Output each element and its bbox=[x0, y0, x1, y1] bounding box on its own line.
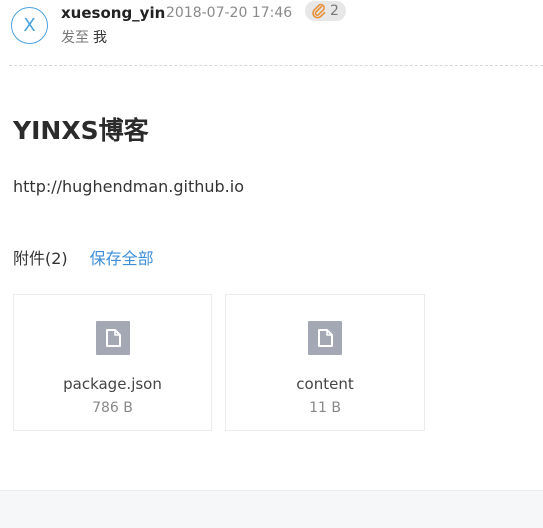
recipient-name[interactable]: 我 bbox=[93, 30, 107, 46]
recipient-line: 发至我 bbox=[61, 28, 107, 48]
attachment-count: 2 bbox=[330, 3, 339, 19]
attachment-count-badge[interactable]: 2 bbox=[305, 1, 346, 21]
file-icon bbox=[95, 321, 130, 355]
file-icon bbox=[308, 321, 342, 355]
attachment-name: package.json bbox=[63, 375, 162, 393]
attachment-name: content bbox=[296, 375, 354, 393]
attachment-size: 786 B bbox=[92, 400, 133, 416]
message-title: YINXS博客 bbox=[13, 116, 149, 145]
sent-to-label: 发至 bbox=[61, 30, 89, 46]
attachments-header: 附件(2) 保存全部 bbox=[13, 247, 154, 271]
attachments-label: 附件(2) bbox=[13, 249, 68, 268]
attachment-card[interactable]: package.json 786 B bbox=[13, 294, 212, 431]
sender-name[interactable]: xuesong_yin bbox=[61, 3, 165, 23]
header-divider bbox=[9, 65, 543, 66]
message-date: 2018-07-20 17:46 bbox=[166, 5, 293, 21]
attachment-size: 11 B bbox=[309, 400, 341, 416]
save-all-button[interactable]: 保存全部 bbox=[90, 249, 154, 268]
footer-bar bbox=[0, 490, 543, 528]
message-body-text: http://hughendman.github.io bbox=[13, 177, 244, 196]
attachment-card[interactable]: content 11 B bbox=[225, 294, 425, 431]
paperclip-icon bbox=[312, 3, 326, 19]
email-view: X xuesong_yin 2018-07-20 17:46 2 发至我 YIN… bbox=[0, 0, 543, 528]
avatar[interactable]: X bbox=[11, 7, 48, 44]
